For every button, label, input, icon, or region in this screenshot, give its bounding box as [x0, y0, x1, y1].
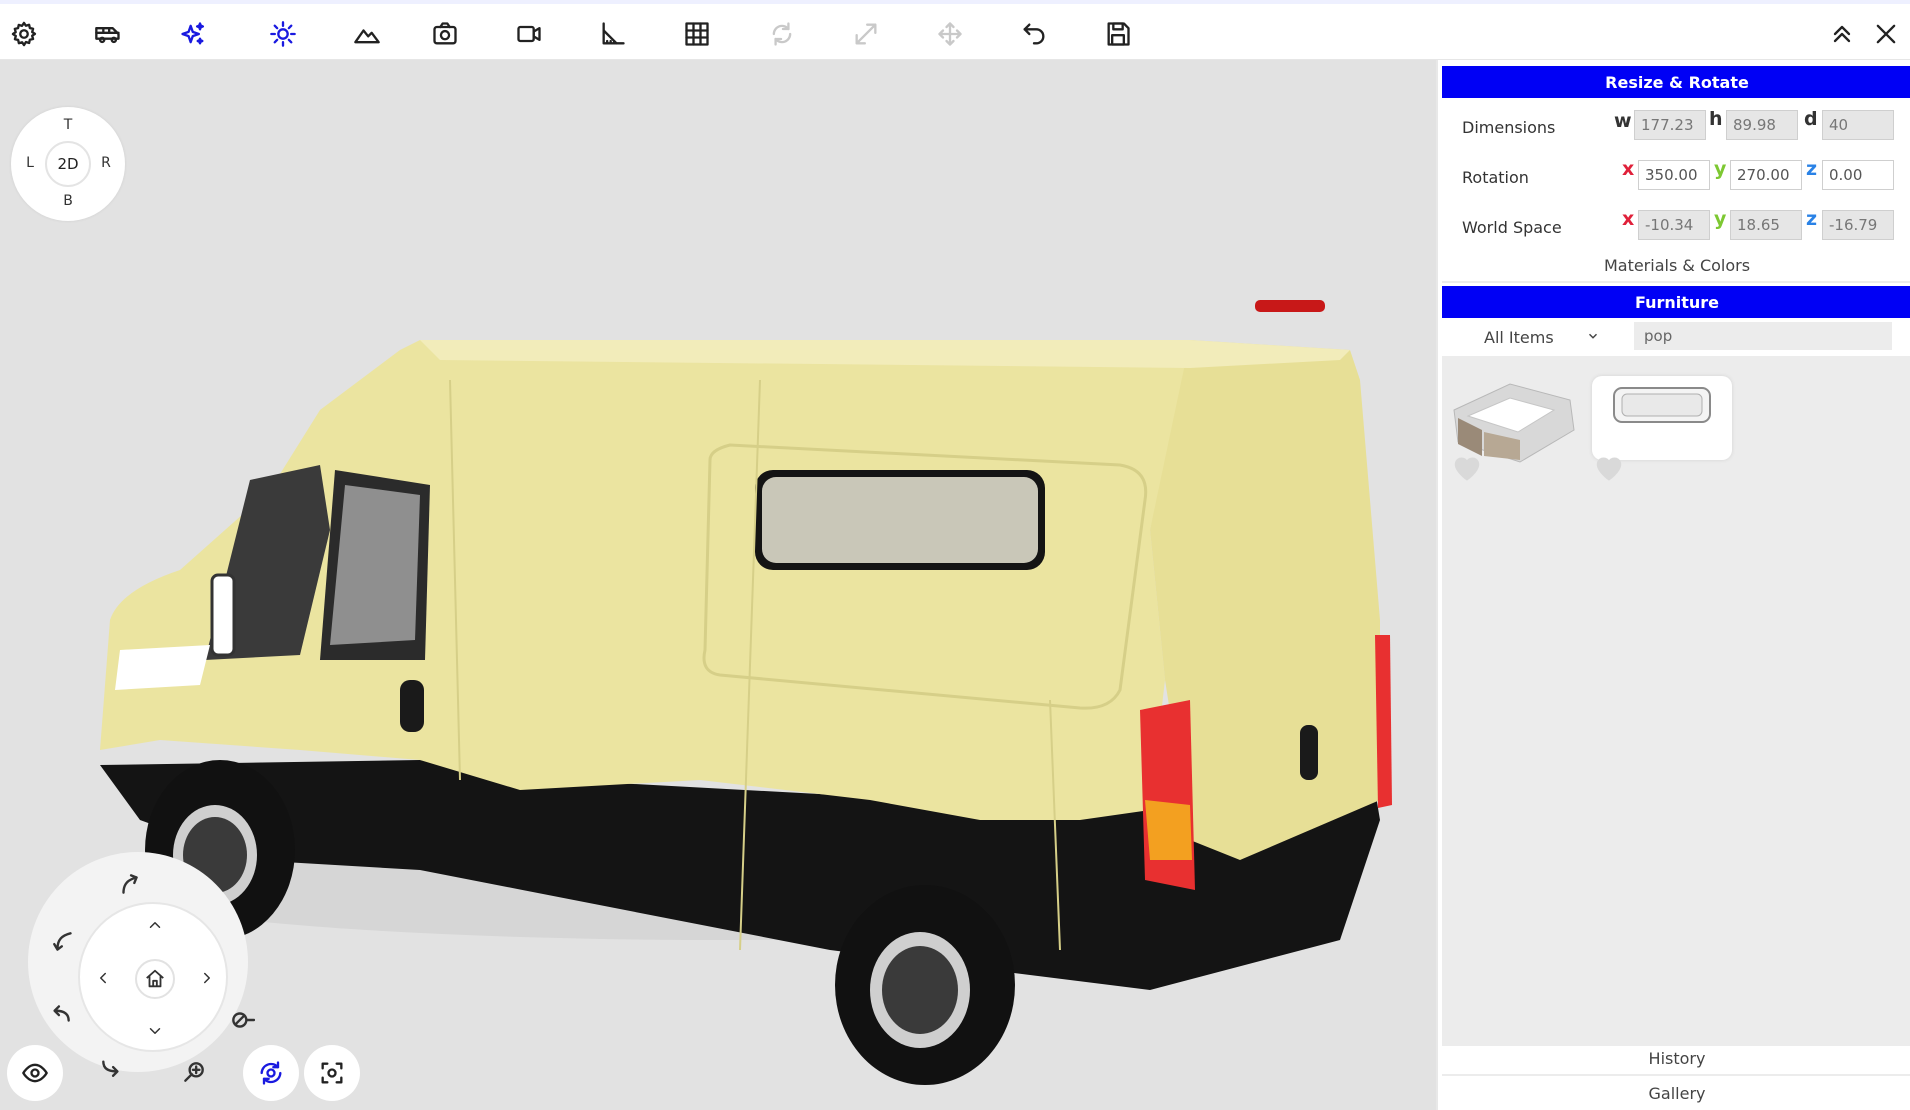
pan-pad	[78, 902, 228, 1052]
zoom-in-icon[interactable]	[176, 1054, 212, 1090]
sun-icon[interactable]	[263, 14, 303, 54]
3d-viewport[interactable]: T L R B 2D	[0, 60, 1436, 1110]
world-z-field[interactable]: -16.79	[1822, 210, 1894, 240]
world-x-field[interactable]: -10.34	[1638, 210, 1710, 240]
undo-icon[interactable]	[1014, 14, 1054, 54]
pan-left-icon[interactable]	[88, 963, 118, 993]
view-left-button[interactable]: L	[20, 155, 40, 171]
width-field[interactable]: 177.23	[1634, 110, 1706, 140]
world-space-row: World Space x -10.34 y 18.65 z -16.79	[1442, 204, 1910, 244]
chevron-down-icon	[1588, 333, 1598, 339]
grid-icon[interactable]	[677, 14, 717, 54]
view-top-button[interactable]: T	[58, 117, 78, 133]
view-compass: T L R B 2D	[11, 107, 125, 221]
rotation-label: Rotation	[1462, 168, 1529, 187]
category-select[interactable]: All Items	[1458, 322, 1608, 352]
save-icon[interactable]	[1098, 14, 1138, 54]
rotation-row: Rotation x 350.00 y 270.00 z 0.00	[1442, 154, 1910, 194]
home-icon	[146, 969, 164, 988]
gear-icon[interactable]	[4, 14, 44, 54]
top-toolbar	[0, 0, 1910, 60]
d-axis-label: d	[1804, 108, 1818, 130]
rotate-icon[interactable]	[762, 14, 802, 54]
orbit-right-icon[interactable]	[94, 1048, 130, 1084]
depth-field[interactable]: 40	[1822, 110, 1894, 140]
furniture-results	[1442, 356, 1910, 1046]
world-z-axis-label: z	[1806, 208, 1818, 230]
materials-colors-tab[interactable]: Materials & Colors	[1442, 249, 1910, 283]
rotation-z-axis-label: z	[1806, 158, 1818, 180]
world-x-axis-label: x	[1622, 208, 1635, 230]
pan-right-icon[interactable]	[192, 963, 222, 993]
furniture-item-pop-top-window[interactable]	[1592, 376, 1732, 460]
furniture-header[interactable]: Furniture	[1442, 286, 1910, 318]
camera-icon[interactable]	[425, 14, 465, 54]
move-icon[interactable]	[930, 14, 970, 54]
history-tab[interactable]: History	[1442, 1042, 1910, 1076]
auto-rotate-button[interactable]	[243, 1045, 299, 1101]
world-space-label: World Space	[1462, 218, 1562, 237]
eye-icon	[22, 1063, 48, 1083]
rotate-camera-icon	[260, 1061, 282, 1085]
gallery-tab[interactable]: Gallery	[1442, 1076, 1910, 1110]
world-y-field[interactable]: 18.65	[1730, 210, 1802, 240]
world-y-axis-label: y	[1714, 208, 1727, 230]
fit-view-button[interactable]	[304, 1045, 360, 1101]
furniture-search-input[interactable]	[1634, 322, 1892, 350]
pan-up-icon[interactable]	[140, 910, 170, 940]
resize-rotate-header[interactable]: Resize & Rotate	[1442, 66, 1910, 98]
properties-panel: Resize & Rotate Dimensions w 177.23 h 89…	[1436, 60, 1910, 1110]
video-icon[interactable]	[509, 14, 549, 54]
home-view-button[interactable]	[135, 959, 175, 999]
van-icon[interactable]	[88, 14, 128, 54]
rotation-y-field[interactable]: 270.00	[1730, 160, 1802, 190]
view-right-button[interactable]: R	[96, 155, 116, 171]
orbit-up-icon[interactable]	[112, 866, 148, 902]
dimensions-row: Dimensions w 177.23 h 89.98 d 40	[1442, 104, 1910, 144]
favorite-heart-icon[interactable]	[1592, 452, 1626, 482]
orbit-left-icon[interactable]	[42, 996, 78, 1032]
pan-down-icon[interactable]	[140, 1016, 170, 1046]
rotation-y-axis-label: y	[1714, 158, 1727, 180]
view-2d-button[interactable]: 2D	[45, 141, 91, 187]
visibility-button[interactable]	[7, 1045, 63, 1101]
ruler-angle-icon[interactable]	[593, 14, 633, 54]
orbit-down-icon[interactable]	[46, 924, 82, 960]
h-axis-label: h	[1709, 108, 1723, 130]
close-icon[interactable]	[1866, 14, 1906, 54]
w-axis-label: w	[1614, 110, 1632, 132]
category-select-value: All Items	[1484, 327, 1554, 347]
mountains-icon[interactable]	[347, 14, 387, 54]
furniture-filter-row: All Items	[1442, 320, 1910, 354]
view-bottom-button[interactable]: B	[58, 193, 78, 209]
resize-icon[interactable]	[846, 14, 886, 54]
height-field[interactable]: 89.98	[1726, 110, 1798, 140]
collapse-icon[interactable]	[1822, 14, 1862, 54]
sparkles-icon[interactable]	[173, 14, 213, 54]
navigation-ring	[28, 852, 255, 1082]
favorite-heart-icon[interactable]	[1450, 452, 1484, 482]
zoom-out-icon[interactable]	[224, 1002, 260, 1038]
rotation-x-axis-label: x	[1622, 158, 1635, 180]
focus-icon	[321, 1062, 343, 1084]
dimensions-label: Dimensions	[1462, 118, 1556, 137]
rotation-z-field[interactable]: 0.00	[1822, 160, 1894, 190]
pop-top-window-thumbnail	[1613, 387, 1711, 423]
rotation-x-field[interactable]: 350.00	[1638, 160, 1710, 190]
